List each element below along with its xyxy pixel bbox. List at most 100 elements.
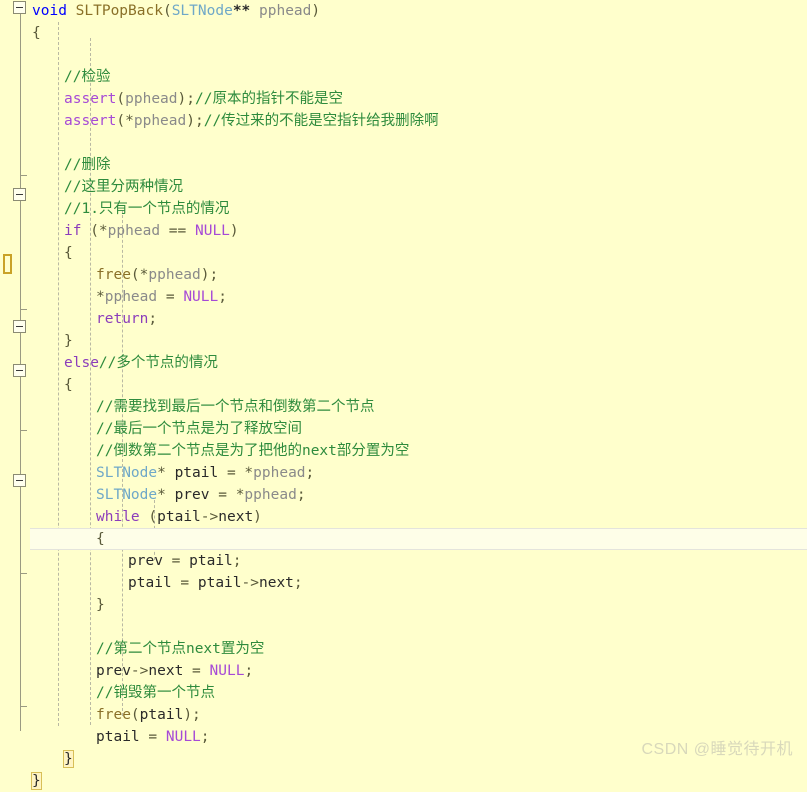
code-line[interactable]: //销毁第一个节点	[96, 682, 215, 704]
code-token: ptail	[139, 707, 184, 723]
code-line[interactable]: *pphead = NULL;	[96, 286, 227, 308]
code-token: pphead	[253, 465, 306, 481]
code-token: *	[157, 487, 166, 503]
code-token: NULL	[194, 223, 230, 239]
code-token: (*	[81, 223, 108, 239]
fold-box-else-body[interactable]	[13, 364, 26, 377]
code-token: pphead	[133, 113, 187, 129]
code-token: ;	[293, 575, 303, 591]
code-line[interactable]: void SLTPopBack(SLTNode** pphead)	[32, 0, 320, 22]
csdn-watermark: CSDN @睡觉待开机	[641, 741, 793, 758]
code-line[interactable]: }	[31, 770, 42, 792]
code-token: );	[177, 91, 195, 107]
code-line[interactable]: //倒数第二个节点是为了把他的next部分置为空	[96, 440, 409, 462]
code-line[interactable]: {	[96, 528, 105, 550]
code-line[interactable]: //最后一个节点是为了释放空间	[96, 418, 302, 440]
code-line[interactable]: //第二个节点next置为空	[96, 638, 264, 660]
fold-box-if[interactable]	[13, 188, 26, 201]
code-token: //需要找到最后一个节点和倒数第二个节点	[96, 399, 375, 415]
code-token: ==	[160, 223, 195, 239]
code-token: //这里分两种情况	[64, 179, 183, 195]
code-line[interactable]: SLTNode* prev = *pphead;	[96, 484, 306, 506]
code-token: {	[96, 531, 105, 547]
bookmark-indicator[interactable]	[3, 254, 12, 274]
code-line[interactable]: //1.只有一个节点的情况	[64, 198, 229, 220]
code-line[interactable]: }	[64, 330, 73, 352]
code-line[interactable]: free(ptail);	[96, 704, 201, 726]
code-content-area[interactable]: void SLTPopBack(SLTNode** pphead){//检验 as…	[30, 0, 807, 790]
code-line[interactable]: {	[32, 22, 41, 44]
code-line[interactable]: ptail = ptail->next;	[128, 572, 303, 594]
code-token: //销毁第一个节点	[96, 685, 215, 701]
code-token: ->	[200, 509, 219, 525]
code-line[interactable]: //检验	[64, 66, 110, 88]
code-token: )	[229, 223, 239, 239]
code-token: SLTNode	[171, 3, 233, 19]
code-line[interactable]: SLTNode* ptail = *pphead;	[96, 462, 314, 484]
code-line[interactable]: while (ptail->next)	[96, 506, 262, 528]
code-token: );	[186, 113, 204, 129]
code-token: ptail	[157, 509, 201, 525]
code-line[interactable]: free(*pphead);	[96, 264, 218, 286]
code-token: NULL	[165, 729, 201, 745]
code-line[interactable]: //删除	[64, 154, 110, 176]
fold-box-while[interactable]	[13, 474, 26, 487]
code-token: //倒数第二个节点是为了把他的next部分置为空	[96, 443, 410, 459]
code-token: =	[157, 289, 184, 305]
code-token: prev	[96, 663, 131, 679]
code-token: SLTNode	[96, 487, 158, 503]
fold-region-end-tick	[20, 309, 27, 310]
code-token: next	[218, 509, 254, 525]
code-line[interactable]: prev = ptail;	[128, 550, 242, 572]
code-line[interactable]: assert(*pphead);//传过来的不能是空指针给我删除啊	[64, 110, 439, 132]
code-token: pphead	[125, 91, 178, 107]
code-token: {	[64, 245, 73, 261]
code-token: free	[96, 267, 131, 283]
code-line[interactable]: assert(pphead);//原本的指针不能是空	[64, 88, 343, 110]
code-line[interactable]: }	[96, 594, 105, 616]
code-line[interactable]: else//多个节点的情况	[64, 352, 218, 374]
code-token: = *	[218, 465, 254, 481]
code-token: NULL	[209, 663, 245, 679]
code-token: //多个节点的情况	[98, 355, 218, 371]
code-token: = *	[209, 487, 245, 503]
code-token: ptail	[128, 575, 172, 591]
code-token: ptail	[174, 465, 219, 481]
code-line[interactable]: //这里分两种情况	[64, 176, 183, 198]
editor-gutter[interactable]	[0, 0, 30, 767]
code-token: //1.只有一个节点的情况	[64, 201, 230, 217]
code-token: ;	[305, 465, 315, 481]
code-line[interactable]: {	[64, 242, 73, 264]
code-token: prev	[128, 553, 163, 569]
code-token: SLTNode	[96, 465, 158, 481]
code-token: //传过来的不能是空指针给我删除啊	[203, 113, 439, 129]
code-token: assert	[64, 113, 117, 129]
code-token: //最后一个节点是为了释放空间	[96, 421, 302, 437]
code-token: {	[64, 377, 73, 393]
code-token: }	[31, 772, 42, 790]
code-token: (	[130, 707, 140, 723]
code-token: pphead	[259, 3, 312, 19]
code-line[interactable]: ptail = NULL;	[96, 726, 210, 748]
code-token: //检验	[64, 69, 111, 85]
code-token: else	[64, 355, 99, 371]
code-token: *	[96, 289, 105, 305]
code-line[interactable]: {	[64, 374, 73, 396]
fold-box-function[interactable]	[13, 1, 26, 14]
code-token: //第二个节点next置为空	[96, 641, 265, 657]
code-line[interactable]: prev->next = NULL;	[96, 660, 253, 682]
code-line[interactable]: //需要找到最后一个节点和倒数第二个节点	[96, 396, 374, 418]
code-token: ->	[130, 663, 149, 679]
code-token: (	[139, 509, 158, 525]
code-token: ;	[148, 311, 158, 327]
code-token: =	[139, 729, 166, 745]
code-editor[interactable]: void SLTPopBack(SLTNode** pphead){//检验 as…	[0, 0, 807, 790]
code-token: prev	[174, 487, 210, 503]
code-line[interactable]: if (*pphead == NULL)	[64, 220, 239, 242]
fold-box-else[interactable]	[13, 320, 26, 333]
code-token: );	[200, 267, 219, 283]
code-line[interactable]: return;	[96, 308, 157, 330]
